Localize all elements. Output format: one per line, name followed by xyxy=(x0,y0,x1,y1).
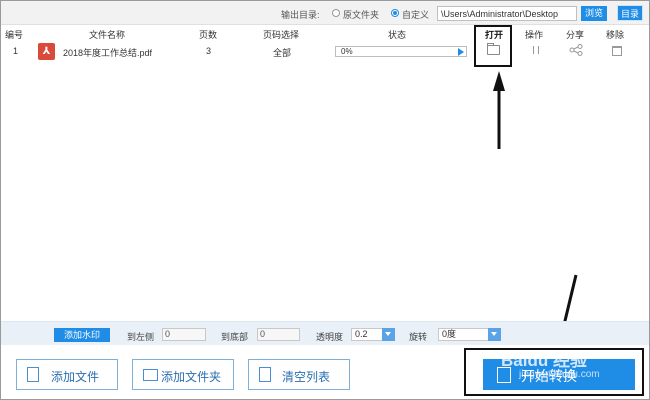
to-bottom-input[interactable]: 0 xyxy=(257,328,300,341)
chevron-down-icon[interactable] xyxy=(382,328,395,341)
add-file-button[interactable]: 添加文件 xyxy=(16,359,118,390)
header-pages: 页数 xyxy=(199,30,218,40)
open-folder-icon[interactable] xyxy=(487,43,500,55)
radio-custom-folder[interactable] xyxy=(391,9,399,17)
row-number: 1 xyxy=(13,46,19,56)
header-share: 分享 xyxy=(566,30,585,40)
output-directory-label: 输出目录: xyxy=(281,10,320,20)
progress-bar: 0% xyxy=(335,46,467,57)
trash-icon[interactable] xyxy=(612,46,622,56)
header-name: 文件名称 xyxy=(89,30,126,40)
browse-button[interactable]: 浏览 xyxy=(581,6,607,21)
catalog-button[interactable]: 目录 xyxy=(617,5,643,21)
file-name: 2018年度工作总结.pdf xyxy=(63,48,153,58)
radio-original-folder[interactable] xyxy=(332,9,340,17)
chevron-down-icon[interactable] xyxy=(488,328,501,341)
share-icon[interactable] xyxy=(569,44,583,56)
baidu-watermark: Baidu 经验 xyxy=(501,351,587,370)
header-no: 编号 xyxy=(5,30,24,40)
add-folder-label: 添加文件夹 xyxy=(161,370,222,384)
header-range: 页码选择 xyxy=(263,30,300,40)
rotate-value: 0度 xyxy=(442,329,457,339)
add-folder-button[interactable]: 添加文件夹 xyxy=(132,359,234,390)
rotate-select[interactable]: 0度 xyxy=(438,328,501,341)
table-row[interactable]: 1 ⅄ 2018年度工作总结.pdf 3 全部 0% xyxy=(1,41,649,61)
header-remove: 移除 xyxy=(606,30,625,40)
header-operation: 操作 xyxy=(525,30,544,40)
add-file-icon xyxy=(27,367,39,382)
opacity-label: 透明度 xyxy=(316,332,344,342)
pause-icon[interactable] xyxy=(533,46,539,54)
to-left-input[interactable]: 0 xyxy=(162,328,206,341)
add-watermark-button[interactable]: 添加水印 xyxy=(54,328,110,342)
output-directory-bar: 输出目录: 原文件夹 自定义 \Users\Administrator\Desk… xyxy=(1,1,649,25)
opacity-value: 0.2 xyxy=(355,329,368,339)
clear-list-label: 清空列表 xyxy=(282,370,331,384)
trash-icon xyxy=(259,367,271,382)
opacity-select[interactable]: 0.2 xyxy=(351,328,395,341)
pdf-file-icon: ⅄ xyxy=(38,43,55,60)
to-left-label: 到左侧 xyxy=(127,332,155,342)
play-icon[interactable] xyxy=(458,48,464,56)
header-status: 状态 xyxy=(388,30,407,40)
rotate-label: 旋转 xyxy=(409,332,428,342)
add-file-label: 添加文件 xyxy=(51,370,100,384)
app-window: 输出目录: 原文件夹 自定义 \Users\Administrator\Desk… xyxy=(0,0,650,400)
baidu-watermark-url: jingyan.baidu.com xyxy=(519,369,600,380)
radio-original-folder-label[interactable]: 原文件夹 xyxy=(343,8,379,21)
radio-custom-folder-label[interactable]: 自定义 xyxy=(402,8,429,21)
progress-text: 0% xyxy=(341,47,353,56)
to-bottom-label: 到底部 xyxy=(221,332,249,342)
annotation-arrow-up xyxy=(493,71,505,149)
watermark-toolbar: 添加水印 到左侧 0 到底部 0 透明度 0.2 旋转 0度 xyxy=(1,321,649,345)
add-folder-icon xyxy=(143,369,158,381)
table-header: 编号 文件名称 页数 页码选择 状态 打开 操作 分享 移除 xyxy=(1,26,649,40)
page-count: 3 xyxy=(206,46,212,56)
page-range-select[interactable]: 全部 xyxy=(273,46,291,59)
output-path-field[interactable]: \Users\Administrator\Desktop xyxy=(437,6,577,21)
clear-list-button[interactable]: 清空列表 xyxy=(248,359,350,390)
